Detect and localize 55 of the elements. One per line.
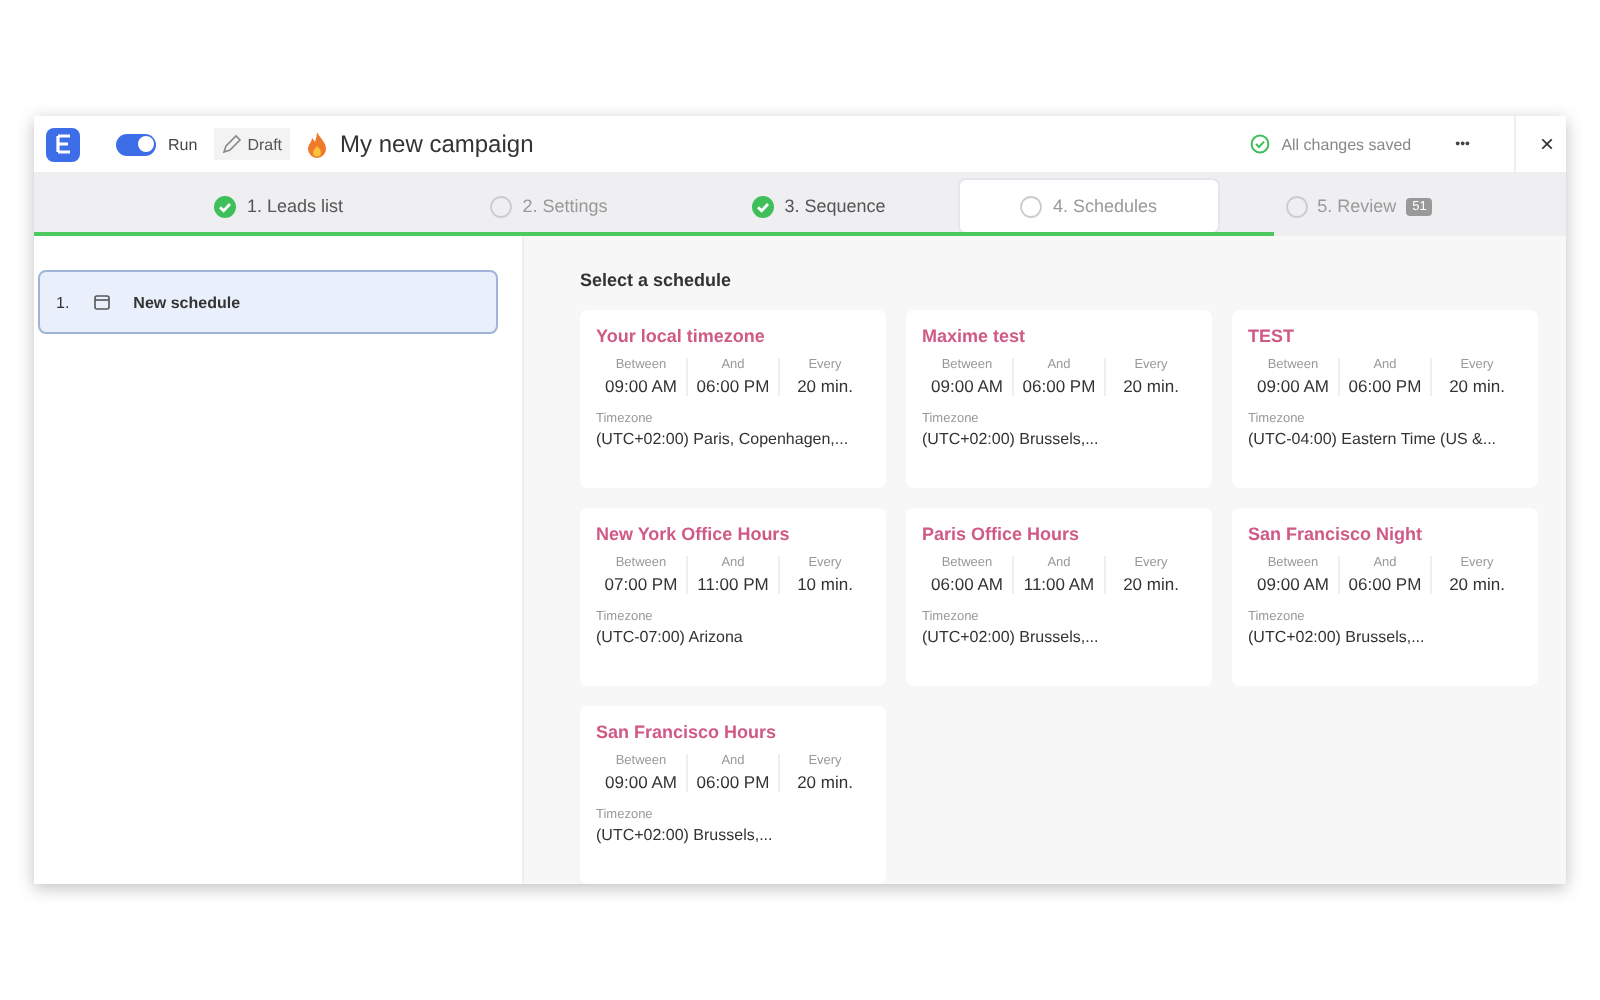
interval: 20 min. (797, 772, 853, 792)
schedule-list-item[interactable]: 1. New schedule (38, 270, 498, 334)
start-time: 09:00 AM (605, 376, 677, 396)
interval: 20 min. (797, 376, 853, 396)
draft-button[interactable]: Draft (213, 128, 291, 160)
start-time: 09:00 AM (605, 772, 677, 792)
step-tab[interactable]: 1. Leads list (150, 180, 408, 232)
end-time: 11:00 AM (1023, 574, 1095, 594)
step-tab[interactable]: 3. Sequence (690, 180, 948, 232)
interval: 20 min. (1449, 376, 1505, 396)
section-heading: Select a schedule (580, 270, 734, 290)
app-logo-icon[interactable] (46, 127, 80, 161)
timezone-value: (UTC+02:00) Brussels,... (922, 430, 1101, 448)
start-time: 09:00 AM (931, 376, 1003, 396)
campaign-title: My new campaign (340, 130, 534, 158)
end-time: 06:00 PM (696, 772, 770, 792)
end-time: 06:00 PM (1348, 376, 1422, 396)
end-time: 06:00 PM (1348, 574, 1422, 594)
interval: 20 min. (1123, 574, 1179, 594)
empty-circle-icon (1285, 195, 1308, 217)
calendar-icon (93, 294, 110, 310)
schedule-name: San Francisco Night (1248, 524, 1425, 544)
schedule-name: New York Office Hours (596, 524, 792, 544)
timezone-value: (UTC-04:00) Eastern Time (US &... (1248, 430, 1499, 448)
check-circle-icon (1249, 134, 1270, 154)
timezone-value: (UTC+02:00) Brussels,... (922, 628, 1101, 646)
empty-circle-icon (1020, 195, 1043, 217)
timezone-value: (UTC+02:00) Brussels,... (596, 826, 775, 844)
flame-icon (306, 131, 329, 157)
timezone-value: (UTC+02:00) Brussels,... (1248, 628, 1427, 646)
check-circle-icon (214, 195, 237, 217)
start-time: 09:00 AM (1257, 574, 1329, 594)
end-time: 06:00 PM (1022, 376, 1096, 396)
close-button[interactable]: × (1513, 116, 1554, 172)
timezone-value: (UTC-07:00) Arizona (596, 628, 745, 646)
saved-status: All changes saved (1281, 135, 1412, 153)
run-toggle[interactable] (116, 133, 156, 155)
run-label: Run (168, 135, 198, 153)
end-time: 06:00 PM (696, 376, 770, 396)
start-time: 09:00 AM (1257, 376, 1329, 396)
schedule-name: Paris Office Hours (922, 524, 1082, 544)
start-time: 07:00 PM (604, 574, 678, 594)
interval: 10 min. (797, 574, 853, 594)
interval: 20 min. (1123, 376, 1179, 396)
check-circle-icon (752, 195, 775, 217)
schedule-name: Your local timezone (596, 326, 767, 346)
schedule-name: San Francisco Hours (596, 722, 779, 742)
pencil-icon (221, 134, 242, 154)
schedule-name: Maxime test (922, 326, 1028, 346)
schedule-name: TEST (1248, 326, 1297, 346)
empty-circle-icon (490, 195, 513, 217)
start-time: 06:00 AM (931, 574, 1003, 594)
timezone-value: (UTC+02:00) Paris, Copenhagen,... (596, 430, 851, 448)
interval: 20 min. (1449, 574, 1505, 594)
end-time: 11:00 PM (697, 574, 769, 594)
